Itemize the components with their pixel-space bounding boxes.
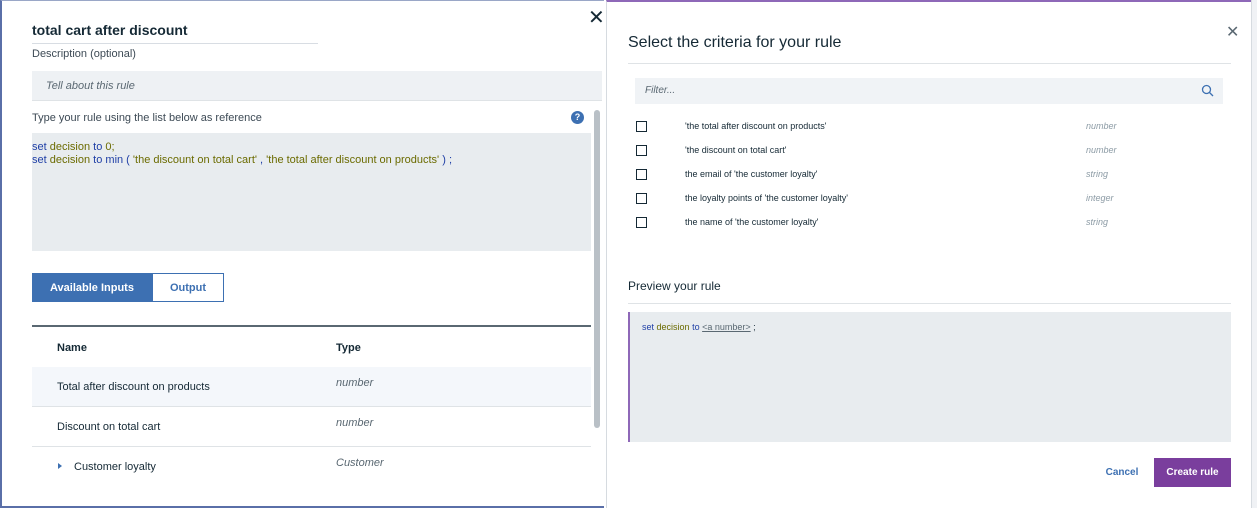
criteria-item[interactable]: 'the total after discount on products' n… [635,119,1223,137]
value-placeholder-link[interactable]: <a number> [702,322,751,332]
modal-title: Select the criteria for your rule [628,34,842,51]
filter-input[interactable]: Filter... [635,78,1223,104]
criteria-checkbox[interactable] [636,217,647,228]
rule-preview[interactable]: set decision to <a number> ; [628,312,1231,442]
row-type: number [336,377,374,389]
preview-label: Preview your rule [628,279,721,293]
preview-divider [628,303,1231,304]
code-terminator: ; [753,322,756,332]
table-row[interactable]: Customer loyalty Customer [32,447,591,487]
criteria-type: number [1086,121,1117,131]
row-name: Total after discount on products [57,381,210,393]
title-divider [628,63,1231,64]
code-separator: , [260,154,264,166]
description-input[interactable]: Tell about this rule [32,71,602,101]
create-rule-button[interactable]: Create rule [1154,458,1231,487]
criteria-checkbox[interactable] [636,193,647,204]
close-icon[interactable]: ✕ [588,8,605,28]
code-line-2: set decision to min ( 'the discount on t… [32,154,591,167]
row-type: number [336,417,374,429]
code-string: 'the discount on total cart' [132,154,257,166]
criteria-item[interactable]: the email of 'the customer loyalty' stri… [635,167,1223,185]
description-label: Description (optional) [32,48,136,60]
code-keyword: to min ( [93,154,130,166]
code-string: 'the total after discount on products' [266,154,440,166]
table-row[interactable]: Discount on total cart number [32,407,591,447]
criteria-checkbox[interactable] [636,121,647,132]
code-number: 0; [105,141,115,153]
criteria-type: string [1086,217,1109,227]
criteria-checkbox[interactable] [636,169,647,180]
scrollbar[interactable] [594,110,600,428]
background-page-edge [1251,0,1257,508]
row-name: Discount on total cart [57,421,161,433]
code-variable: decision [49,141,91,153]
table-row[interactable]: Total after discount on products number [32,367,591,407]
code-variable: decision [656,322,690,332]
caret-right-icon[interactable] [58,463,62,469]
criteria-label: the name of 'the customer loyalty' [685,217,819,227]
criteria-type: integer [1086,193,1114,203]
criteria-type: number [1086,145,1117,155]
criteria-label: 'the total after discount on products' [685,121,827,131]
code-variable: decision [49,154,91,166]
criteria-checkbox[interactable] [636,145,647,156]
row-name: Customer loyalty [74,461,156,473]
rule-instructions: Type your rule using the list below as r… [32,112,262,124]
column-header-type: Type [336,342,361,354]
code-keyword: to [692,322,700,332]
criteria-type: string [1086,169,1109,179]
row-type: Customer [336,457,384,469]
modal-close-icon[interactable]: ✕ [1226,22,1239,42]
rule-title[interactable]: total cart after discount [32,22,188,38]
criteria-item[interactable]: the loyalty points of 'the customer loya… [635,191,1223,209]
help-icon[interactable]: ? [571,111,584,124]
criteria-item[interactable]: the name of 'the customer loyalty' strin… [635,215,1223,233]
criteria-label: the email of 'the customer loyalty' [685,169,818,179]
tab-output[interactable]: Output [152,273,224,302]
title-underline [32,43,318,44]
code-keyword: ) ; [442,154,452,166]
search-icon[interactable] [1201,84,1214,97]
table-top-border [32,325,591,327]
tab-available-inputs[interactable]: Available Inputs [32,273,152,302]
inputs-output-tabs: Available Inputs Output [32,273,224,302]
code-keyword: set [32,141,47,153]
rule-code-editor[interactable]: set decision to 0; set decision to min (… [32,133,591,251]
cancel-button[interactable]: Cancel [1098,458,1146,486]
code-line-1: set decision to 0; [32,141,591,154]
code-keyword: to [93,141,103,153]
criteria-label: the loyalty points of 'the customer loya… [685,193,849,203]
column-header-name: Name [57,342,87,354]
code-keyword: set [32,154,47,166]
criteria-item[interactable]: 'the discount on total cart' number [635,143,1223,161]
code-keyword: set [642,322,655,332]
criteria-label: 'the discount on total cart' [685,145,787,155]
